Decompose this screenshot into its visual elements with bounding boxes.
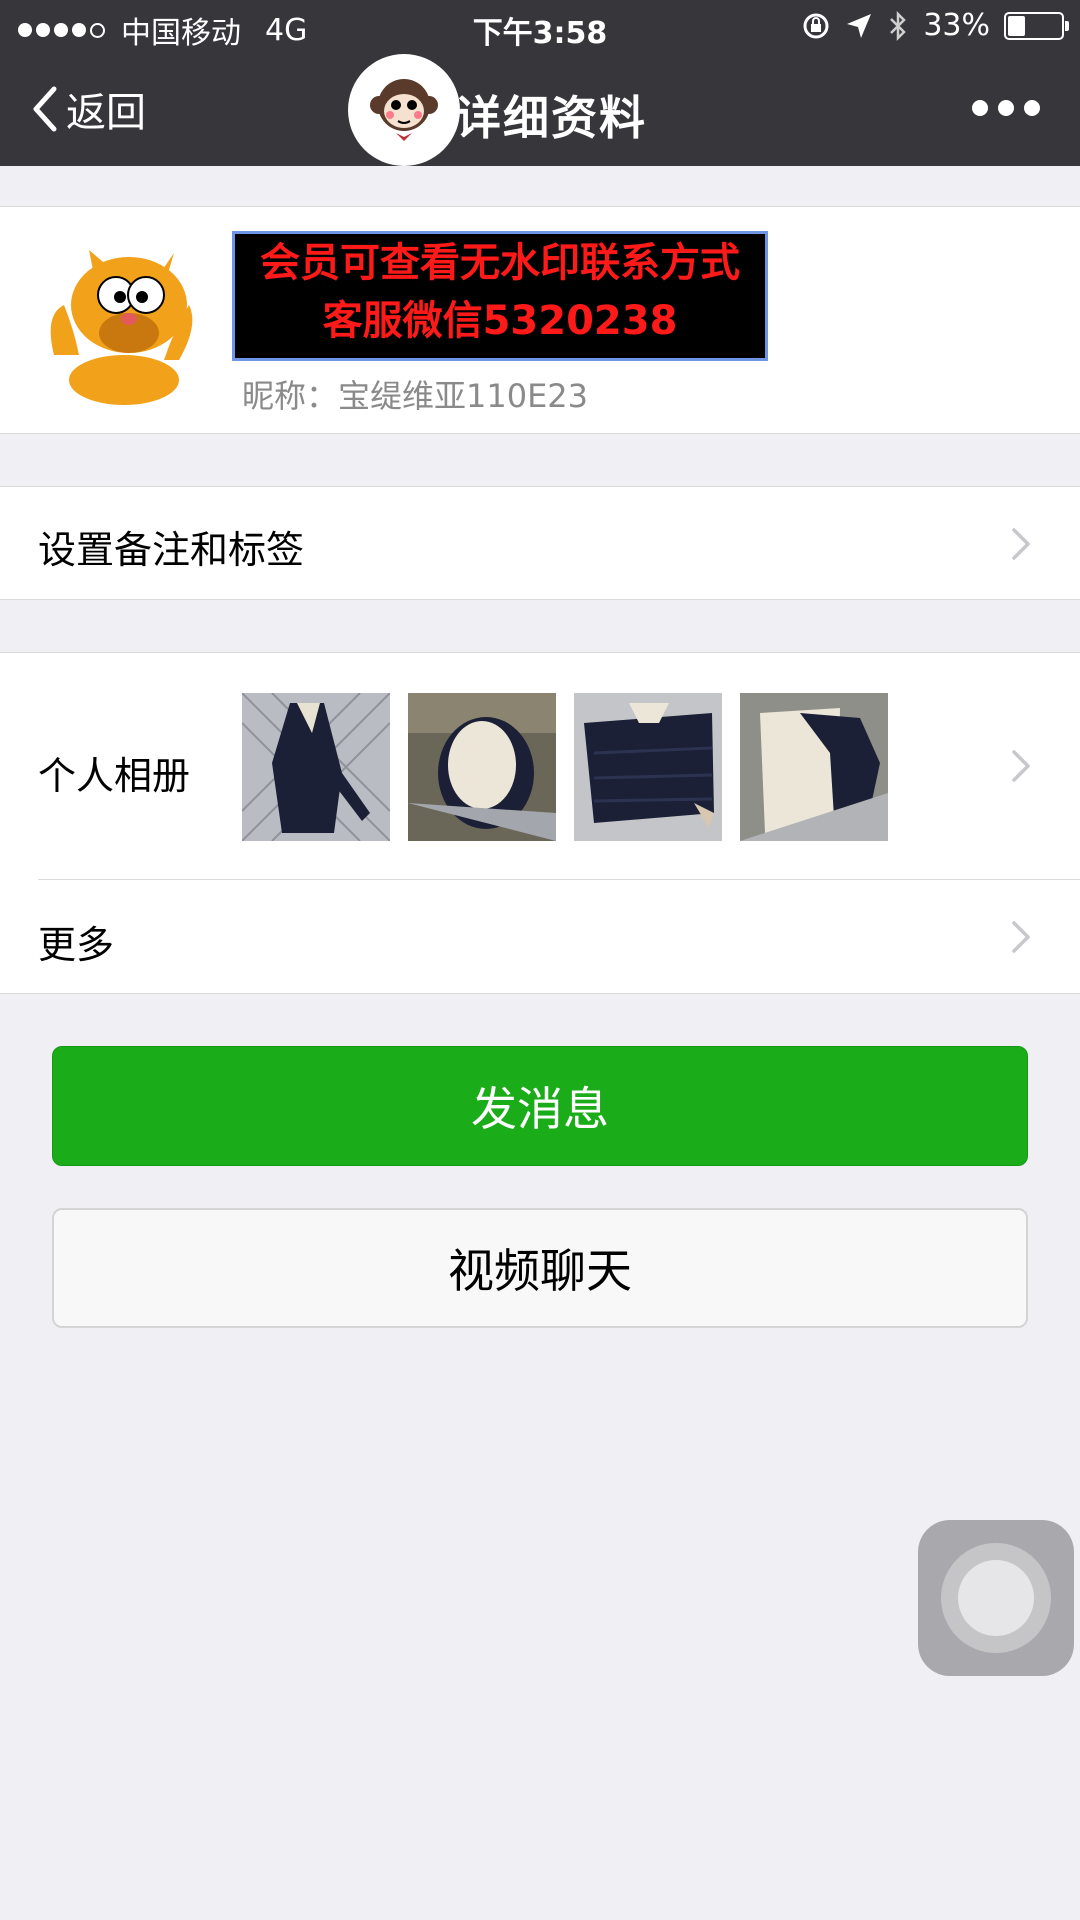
- back-label: 返回: [66, 90, 146, 136]
- bluetooth-icon: [890, 10, 907, 41]
- chevron-right-icon: [1012, 750, 1030, 782]
- chevron-right-icon: [1012, 921, 1030, 953]
- chevron-right-icon: [1012, 528, 1030, 560]
- album-label: 个人相册: [38, 754, 191, 798]
- battery-percent: 33%: [923, 8, 990, 43]
- remark-label: 设置备注和标签: [38, 528, 305, 572]
- album-photo-4[interactable]: [740, 693, 888, 841]
- battery-icon: [1004, 11, 1069, 40]
- album-photo-3[interactable]: [574, 693, 722, 841]
- navigation-bar: 返回 详细资料: [0, 54, 1080, 166]
- profile-card: 会员可查看无水印联系方式 客服微信5320238 昵称：宝缇维亚110E23: [0, 206, 1080, 434]
- assistive-touch-icon: [941, 1543, 1051, 1653]
- lock-rotation-icon: [803, 13, 829, 38]
- assistive-touch-button[interactable]: [918, 1520, 1074, 1676]
- watermark-banner: 会员可查看无水印联系方式 客服微信5320238: [232, 231, 768, 361]
- monkey-logo-icon: [348, 54, 460, 166]
- album-thumbnails: [242, 693, 888, 841]
- video-chat-button[interactable]: 视频聊天: [52, 1208, 1028, 1328]
- album-group: 个人相册 更多: [0, 652, 1080, 994]
- status-bar: 中国移动 4G 下午3:58 33%: [0, 0, 1080, 54]
- set-remark-and-tags-cell[interactable]: 设置备注和标签: [0, 486, 1080, 600]
- more-cell[interactable]: 更多: [0, 880, 1080, 993]
- chevron-left-icon: [33, 86, 57, 132]
- personal-album-cell[interactable]: 个人相册: [0, 653, 1080, 879]
- send-message-button[interactable]: 发消息: [52, 1046, 1028, 1166]
- avatar[interactable]: [34, 235, 204, 405]
- battery-fill: [1008, 15, 1026, 36]
- location-icon: [847, 13, 872, 38]
- more-options-button[interactable]: [972, 100, 1040, 116]
- album-photo-1[interactable]: [242, 693, 390, 841]
- more-label: 更多: [38, 923, 115, 967]
- back-button[interactable]: 返回: [30, 80, 146, 138]
- nickname-label: 昵称：宝缇维亚110E23: [242, 377, 589, 415]
- watermark-line-1: 会员可查看无水印联系方式: [260, 240, 740, 286]
- page-title: 详细资料: [455, 91, 647, 145]
- watermark-line-2: 客服微信5320238: [322, 298, 678, 344]
- ellipsis-icon: [972, 100, 988, 116]
- status-right: 33%: [801, 8, 1069, 43]
- album-photo-2[interactable]: [408, 693, 556, 841]
